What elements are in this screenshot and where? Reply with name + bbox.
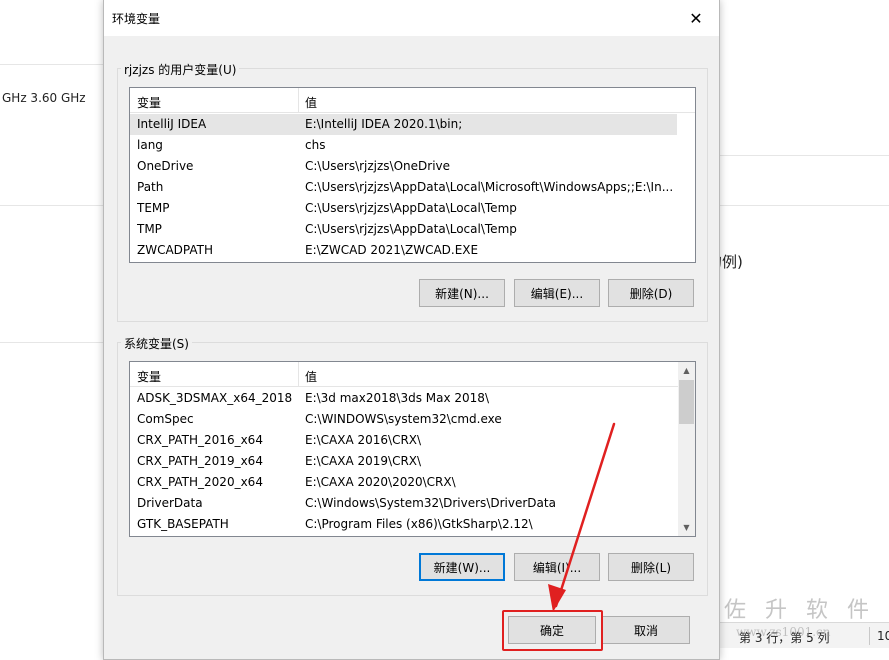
variable-name: GTK_BASEPATH	[137, 517, 229, 531]
close-button[interactable]: ✕	[673, 0, 719, 36]
system-edit-button[interactable]: 编辑(I)...	[514, 553, 600, 581]
background-cpu-frequency: GHz 3.60 GHz	[2, 91, 86, 105]
variable-name: ADSK_3DSMAX_x64_2018	[137, 391, 293, 405]
column-separator[interactable]	[298, 362, 299, 387]
variable-value: E:\CAXA 2019\CRX\	[305, 454, 422, 468]
variable-value: E:\IntelliJ IDEA 2020.1\bin;	[305, 117, 463, 131]
variable-value: E:\CAXA 2016\CRX\	[305, 433, 422, 447]
variable-name: CRX_PATH_2020_x64	[137, 475, 263, 489]
background-divider	[0, 205, 103, 206]
list-item[interactable]: ComSpec C:\WINDOWS\system32\cmd.exe	[130, 409, 695, 430]
background-divider	[720, 205, 889, 206]
environment-variables-dialog: 环境变量 ✕ rjzjzs 的用户变量(U) 变量 值 IntelliJ IDE…	[103, 0, 720, 660]
list-item[interactable]: CRX_PATH_2019_x64 E:\CAXA 2019\CRX\	[130, 451, 695, 472]
variable-value: C:\Users\rjzjzs\AppData\Local\Temp	[305, 201, 517, 215]
list-item[interactable]: OneDrive C:\Users\rjzjzs\OneDrive	[130, 156, 695, 177]
list-item[interactable]: DriverData C:\Windows\System32\Drivers\D…	[130, 493, 695, 514]
variable-name: ComSpec	[137, 412, 194, 426]
system-new-button[interactable]: 新建(W)...	[419, 553, 505, 581]
system-variables-label: 系统变量(S)	[121, 335, 192, 352]
list-header: 变量 值	[130, 88, 695, 113]
list-item[interactable]: ADSK_3DSMAX_x64_2018 E:\3d max2018\3ds M…	[130, 388, 695, 409]
scroll-up-icon[interactable]: ▲	[678, 362, 695, 379]
title-bar[interactable]: 环境变量 ✕	[104, 0, 719, 36]
variable-name: CRX_PATH_2016_x64	[137, 433, 263, 447]
variable-value: C:\Program Files (x86)\GtkSharp\2.12\	[305, 517, 533, 531]
user-edit-button[interactable]: 编辑(E)...	[514, 279, 600, 307]
background-divider	[0, 64, 103, 65]
variable-name: lang	[137, 138, 163, 152]
variable-name: CRX_PATH_2019_x64	[137, 454, 263, 468]
column-header-value[interactable]: 值	[305, 94, 317, 111]
list-item[interactable]: TEMP C:\Users\rjzjzs\AppData\Local\Temp	[130, 198, 695, 219]
scroll-down-icon[interactable]: ▼	[678, 519, 695, 536]
watermark: 佐 升 软 件 园	[724, 598, 889, 623]
column-header-value[interactable]: 值	[305, 368, 317, 385]
dialog-title: 环境变量	[112, 12, 161, 26]
variable-value: chs	[305, 138, 326, 152]
list-item[interactable]: CRX_PATH_2020_x64 E:\CAXA 2020\2020\CRX\	[130, 472, 695, 493]
variable-name: IntelliJ IDEA	[137, 117, 207, 131]
variable-name: TEMP	[137, 201, 170, 215]
user-variables-label: rjzjzs 的用户变量(U)	[121, 61, 240, 78]
user-delete-button[interactable]: 删除(D)	[608, 279, 694, 307]
list-header: 变量 值	[130, 362, 679, 387]
column-header-name[interactable]: 变量	[137, 94, 161, 111]
background-divider	[720, 155, 889, 156]
variable-value: E:\ZWCAD 2021\ZWCAD.EXE	[305, 243, 479, 257]
variable-name: DriverData	[137, 496, 203, 510]
close-icon: ✕	[689, 8, 703, 28]
column-separator[interactable]	[298, 88, 299, 113]
variable-name: ZWCADPATH	[137, 243, 214, 257]
system-variables-list[interactable]: 变量 值 ADSK_3DSMAX_x64_2018 E:\3d max2018\…	[129, 361, 696, 537]
system-delete-button[interactable]: 删除(L)	[608, 553, 694, 581]
variable-value: C:\Users\rjzjzs\OneDrive	[305, 159, 451, 173]
background-divider	[0, 342, 103, 343]
list-item[interactable]: lang chs	[130, 135, 695, 156]
variable-value: C:\Users\rjzjzs\AppData\Local\Temp	[305, 222, 517, 236]
watermark-url: www.zs1001.cn	[736, 625, 831, 639]
vertical-scrollbar[interactable]: ▲ ▼	[678, 362, 695, 536]
list-item[interactable]: TMP C:\Users\rjzjzs\AppData\Local\Temp	[130, 219, 695, 240]
list-item[interactable]: Path C:\Users\rjzjzs\AppData\Local\Micro…	[130, 177, 695, 198]
status-separator	[869, 627, 870, 645]
list-item[interactable]: CRX_PATH_2016_x64 E:\CAXA 2016\CRX\	[130, 430, 695, 451]
status-extra: 10	[877, 629, 889, 643]
variable-value: E:\3d max2018\3ds Max 2018\	[305, 391, 489, 405]
scroll-thumb[interactable]	[679, 380, 694, 424]
column-header-name[interactable]: 变量	[137, 368, 161, 385]
list-item[interactable]: IntelliJ IDEA E:\IntelliJ IDEA 2020.1\bi…	[130, 114, 677, 135]
variable-value: C:\Windows\System32\Drivers\DriverData	[305, 496, 556, 510]
user-variables-list[interactable]: 变量 值 IntelliJ IDEA E:\IntelliJ IDEA 2020…	[129, 87, 696, 263]
variable-name: OneDrive	[137, 159, 194, 173]
variable-name: TMP	[137, 222, 162, 236]
cancel-button[interactable]: 取消	[602, 616, 690, 644]
user-new-button[interactable]: 新建(N)...	[419, 279, 505, 307]
list-item[interactable]: ZWCADPATH E:\ZWCAD 2021\ZWCAD.EXE	[130, 240, 695, 261]
variable-value: C:\Users\rjzjzs\AppData\Local\Microsoft\…	[305, 180, 674, 194]
variable-name: Path	[137, 180, 164, 194]
annotation-highlight-box	[502, 610, 603, 651]
variable-value: C:\WINDOWS\system32\cmd.exe	[305, 412, 502, 426]
variable-value: E:\CAXA 2020\2020\CRX\	[305, 475, 456, 489]
list-item[interactable]: GTK_BASEPATH C:\Program Files (x86)\GtkS…	[130, 514, 695, 535]
